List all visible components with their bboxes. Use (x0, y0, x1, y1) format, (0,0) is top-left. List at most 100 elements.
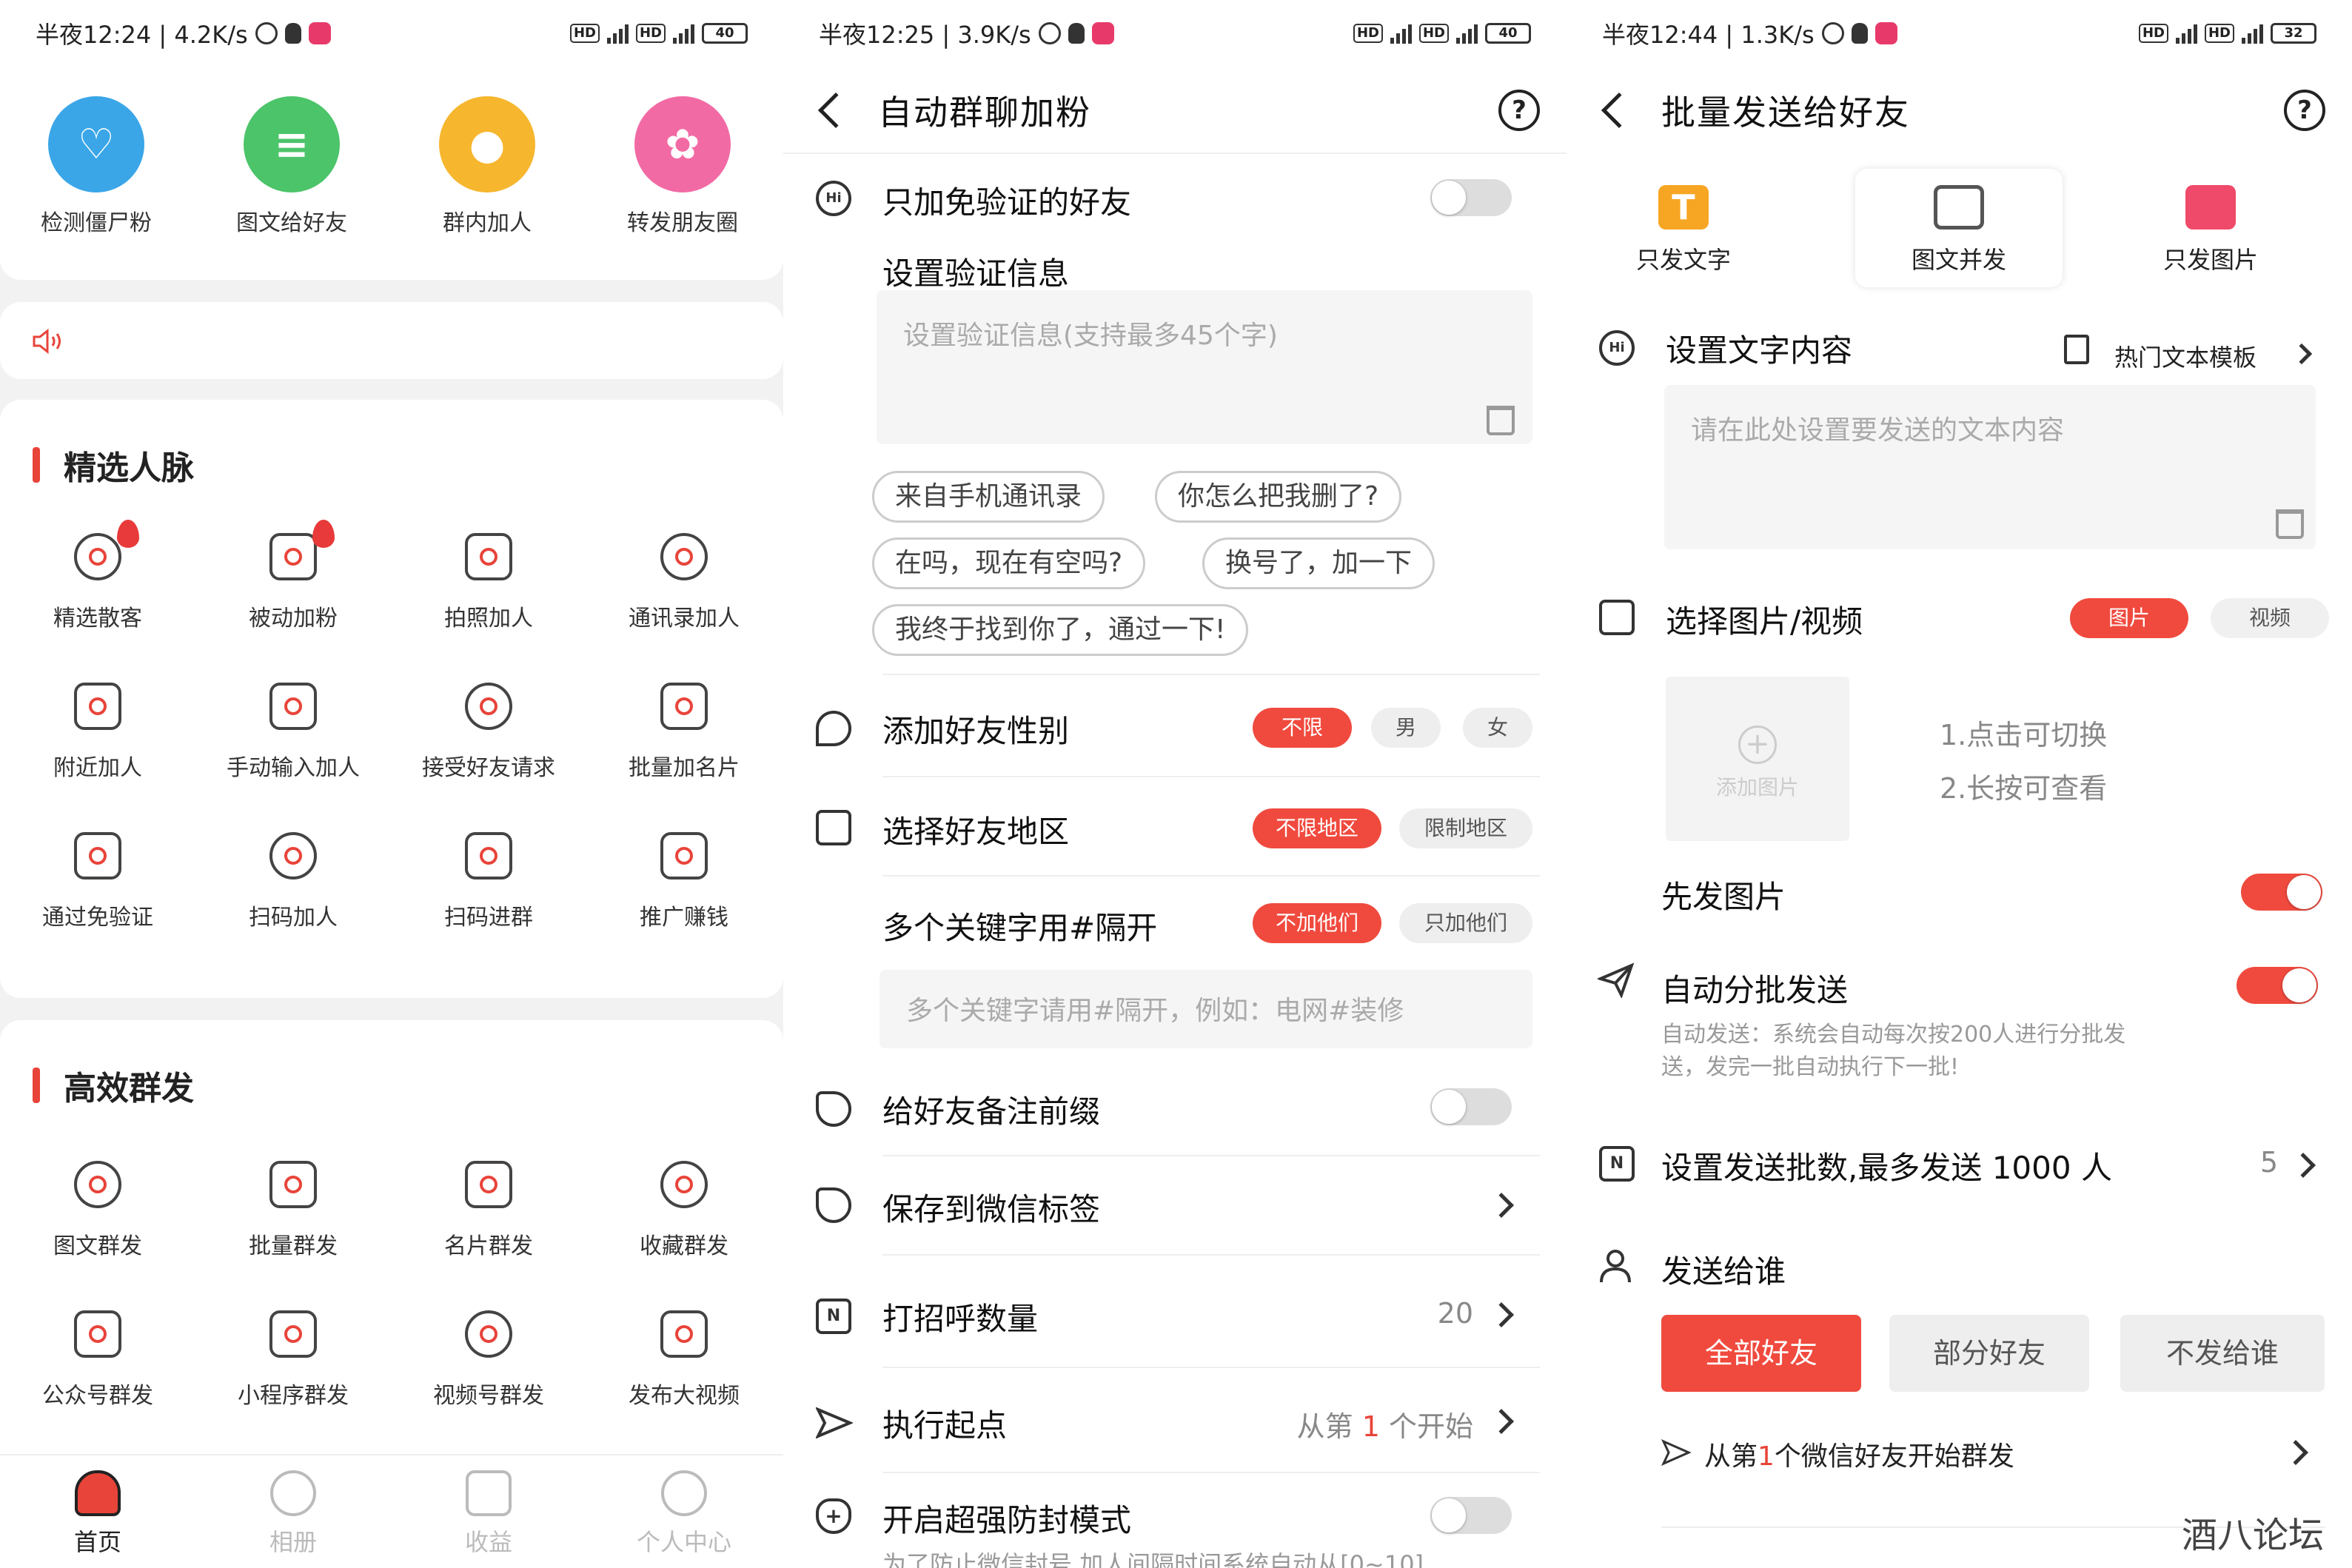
chevron-right-icon[interactable] (1489, 1409, 1514, 1434)
compass-icon (74, 683, 121, 730)
tab-album[interactable]: 相册 (195, 1470, 391, 1558)
image-first-toggle[interactable] (2241, 874, 2322, 911)
feature-person-scan[interactable]: 扫码进群 (391, 832, 586, 931)
trash-icon[interactable] (1487, 406, 1515, 435)
feature-contacts[interactable]: 通讯录加人 (586, 533, 782, 632)
back-arrow-icon[interactable] (817, 92, 854, 129)
feature-person-list[interactable]: 精选散客 (0, 520, 195, 632)
feature-person-heart[interactable]: 接受好友请求 (391, 683, 586, 782)
tool-detect-zombie[interactable]: ♡ 检测僵尸粉 (0, 96, 192, 237)
feature-star[interactable]: 收藏群发 (586, 1161, 782, 1260)
preset-chip[interactable]: 在吗，现在有空吗? (872, 537, 1146, 589)
gender-label: 添加好友性别 (882, 713, 1070, 749)
tool-group-add[interactable]: ● 群内加人 (391, 96, 583, 237)
feature-play[interactable]: 发布大视频 (586, 1310, 782, 1410)
status-time: 半夜12:24 | 4.2K/s (36, 21, 248, 49)
feature-compass[interactable]: 附近加人 (0, 683, 195, 782)
start-point-value[interactable]: 从第 1 个开始 (1297, 1404, 1473, 1444)
feature-official-account[interactable]: 公众号群发 (0, 1310, 195, 1410)
send-some-friends-button[interactable]: 部分好友 (1889, 1315, 2089, 1392)
only-no-verify-toggle[interactable] (1430, 179, 1512, 216)
feature-mini-program[interactable]: 小程序群发 (195, 1310, 391, 1410)
hd-icon: HD (1418, 24, 1449, 43)
chevron-right-icon[interactable] (1489, 1193, 1514, 1218)
tool-image-text-friends[interactable]: ≡ 图文给好友 (195, 96, 388, 237)
image-first-label: 先发图片 (1661, 879, 1786, 915)
feature-card-check[interactable]: 批量加名片 (586, 683, 782, 782)
app-notification-icon (1091, 22, 1114, 44)
keywords-include-option[interactable]: 只加他们 (1399, 903, 1532, 943)
anti-block-toggle[interactable] (1430, 1497, 1512, 1534)
home-icon (75, 1470, 121, 1516)
region-any-option[interactable]: 不限地区 (1253, 808, 1381, 848)
verify-input[interactable]: 设置验证信息(支持最多45个字) (877, 290, 1532, 444)
feature-scan[interactable]: 扫码加人 (195, 832, 391, 931)
send-arrow-icon (816, 1407, 853, 1439)
tool-forward-moments[interactable]: ✿ 转发朋友圈 (586, 96, 779, 237)
back-arrow-icon[interactable] (1601, 92, 1638, 129)
media-video-option[interactable]: 视频 (2211, 598, 2329, 638)
gender-male-option[interactable]: 男 (1371, 708, 1441, 748)
tab-earnings[interactable]: 收益 (391, 1470, 586, 1558)
battery-icon: 40 (702, 23, 748, 44)
help-icon[interactable]: ? (2284, 90, 2325, 131)
section-selected-contacts: 精选人脉 精选散客 被动加粉 拍照加人 通讯录加人 附近加人 手动输入加人 接受好友请求 批量… (0, 400, 783, 998)
text-content-input[interactable]: 请在此处设置要发送的文本内容 (1664, 385, 2316, 549)
feature-heart[interactable]: 被动加粉 (195, 520, 391, 632)
chevron-right-icon[interactable] (2291, 343, 2313, 365)
signal-5g-icon (606, 23, 629, 44)
template-link[interactable]: 热门文本模板 (2114, 339, 2256, 373)
official-account-icon (74, 1310, 121, 1358)
feature-shield-check[interactable]: 通过免验证 (0, 832, 195, 931)
notice-bar[interactable] (0, 302, 783, 379)
plus-circle-icon: + (1738, 726, 1777, 764)
keywords-input[interactable]: 多个关键字请用#隔开，例如：电网#装修 (880, 970, 1532, 1048)
contacts-icon (660, 533, 708, 580)
feature-video-channel[interactable]: 视频号群发 (391, 1310, 586, 1410)
preset-chip[interactable]: 你怎么把我删了? (1155, 471, 1402, 523)
signal-4g-icon (673, 23, 694, 44)
chevron-right-icon[interactable] (2291, 1153, 2316, 1178)
hd-icon: HD (2138, 24, 2168, 43)
save-tag-label[interactable]: 保存到微信标签 (882, 1185, 1100, 1230)
mode-image-text[interactable]: 图文并发 (1855, 169, 2063, 287)
send-arrow-icon (1661, 1439, 1691, 1466)
region-limit-option[interactable]: 限制地区 (1399, 808, 1532, 848)
feature-image-text[interactable]: 图文群发 (0, 1161, 195, 1260)
gender-female-option[interactable]: 女 (1463, 708, 1532, 748)
tab-profile[interactable]: 个人中心 (586, 1470, 782, 1558)
hi-icon: Hi (816, 181, 851, 216)
greet-count-value[interactable]: 20 (1438, 1297, 1473, 1330)
text-t-icon: T (1658, 185, 1709, 229)
preset-chip[interactable]: 我终于找到你了，通过一下! (872, 604, 1249, 656)
album-icon (270, 1470, 316, 1516)
remark-prefix-toggle[interactable] (1430, 1088, 1512, 1125)
image-text-icon (74, 1161, 121, 1208)
feature-yen[interactable]: 推广赚钱 (586, 832, 782, 931)
preset-chip[interactable]: 换号了，加一下 (1202, 537, 1435, 589)
batch-count-value[interactable]: 5 (2260, 1146, 2278, 1179)
feature-mail[interactable]: 批量群发 (195, 1161, 391, 1260)
auto-batch-toggle[interactable] (2237, 967, 2318, 1004)
start-from-text[interactable]: 从第1个微信好友开始群发 (1704, 1435, 2014, 1473)
mode-image-only[interactable]: 只发图片 (2107, 169, 2314, 287)
keywords-exclude-option[interactable]: 不加他们 (1253, 903, 1381, 943)
add-image-button[interactable]: + 添加图片 (1666, 677, 1849, 841)
send-all-friends-button[interactable]: 全部好友 (1661, 1315, 1861, 1392)
chevron-right-icon[interactable] (1489, 1302, 1514, 1327)
media-image-option[interactable]: 图片 (2070, 598, 2188, 638)
feature-namecard[interactable]: 名片群发 (391, 1161, 586, 1260)
mode-text-only[interactable]: T 只发文字 (1580, 169, 1787, 287)
feature-camera[interactable]: 拍照加人 (391, 533, 586, 632)
status-bar: 半夜12:44 | 1.3K/s HD HD 32 (1567, 0, 2352, 67)
gender-any-option[interactable]: 不限 (1253, 708, 1352, 748)
preset-chip[interactable]: 来自手机通讯录 (872, 471, 1105, 523)
tab-home[interactable]: 首页 (0, 1470, 195, 1558)
send-to-label: 发送给谁 (1661, 1253, 1786, 1290)
chevron-right-icon[interactable] (2283, 1440, 2308, 1465)
feature-hand-tap[interactable]: 手动输入加人 (195, 683, 391, 782)
trash-icon[interactable] (2276, 509, 2304, 539)
picture-icon (2185, 185, 2236, 229)
send-exclude-button[interactable]: 不发给谁 (2120, 1315, 2325, 1392)
help-icon[interactable]: ? (1498, 90, 1540, 131)
